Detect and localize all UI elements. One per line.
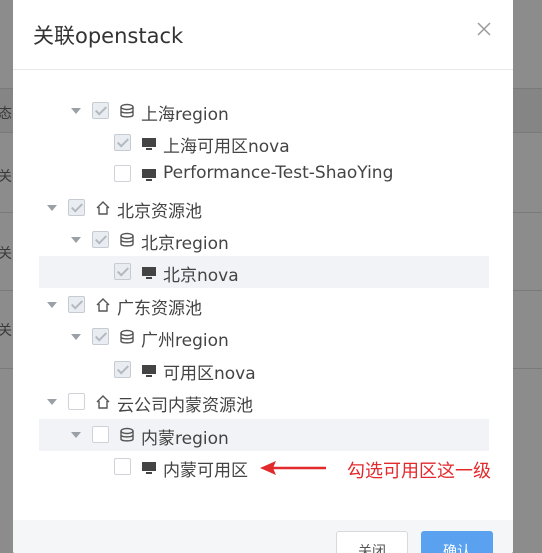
database-icon [120, 427, 134, 442]
tree-checkbox[interactable] [68, 393, 85, 410]
tree-node-label[interactable]: 上海region [141, 100, 229, 125]
background-cell-text: 关 [0, 323, 12, 339]
dialog-title: 关联openstack [33, 24, 184, 48]
monitor-icon [142, 169, 156, 181]
tree-checkbox[interactable] [114, 134, 131, 151]
caret-down-icon[interactable] [47, 399, 57, 405]
caret-down-icon[interactable] [47, 302, 57, 308]
caret-down-icon[interactable] [71, 108, 81, 114]
home-icon [96, 201, 110, 215]
region-tree: 上海region 上海可用区nova Performance-Test-Shao… [13, 94, 513, 519]
monitor-icon [142, 138, 156, 150]
tree-node-label[interactable]: 可用区nova [163, 359, 256, 384]
background-cell-text: 关 [0, 169, 12, 185]
tree-checkbox[interactable] [114, 263, 131, 280]
tree-node-label[interactable]: 内蒙可用区 [163, 456, 248, 481]
tree-checkbox[interactable] [92, 426, 109, 443]
tree-checkbox[interactable] [92, 102, 109, 119]
tree-node-label[interactable]: 上海可用区nova [163, 132, 290, 157]
caret-down-icon[interactable] [71, 334, 81, 340]
dialog-header: 关联openstack [13, 0, 513, 70]
tree-node-label[interactable]: 北京region [141, 229, 229, 254]
tree-row-highlighted[interactable] [39, 256, 489, 288]
tree-checkbox[interactable] [92, 328, 109, 345]
tree-node-label[interactable]: 北京资源池 [117, 197, 202, 222]
tree-node-label[interactable]: 广东资源池 [117, 294, 202, 319]
tree-checkbox[interactable] [68, 296, 85, 313]
annotation-arrow-icon [260, 461, 326, 475]
annotation-text: 勾选可用区这一级 [347, 461, 491, 482]
tree-node-label[interactable]: 北京nova [163, 261, 239, 286]
home-icon [96, 298, 110, 312]
confirm-button[interactable]: 确认 [421, 531, 493, 553]
database-icon [120, 103, 134, 118]
tree-checkbox[interactable] [114, 361, 131, 378]
close-icon[interactable] [475, 20, 493, 38]
database-icon [120, 329, 134, 344]
home-icon [96, 395, 110, 409]
tree-checkbox[interactable] [114, 165, 131, 182]
background-cell-text: 关 [0, 246, 12, 262]
tree-checkbox[interactable] [92, 231, 109, 248]
tree-checkbox[interactable] [68, 199, 85, 216]
background-cell-text: 态 [0, 106, 12, 122]
close-button[interactable]: 关闭 [336, 531, 408, 553]
caret-down-icon[interactable] [71, 237, 81, 243]
caret-down-icon[interactable] [47, 205, 57, 211]
tree-node-label[interactable]: 内蒙region [141, 424, 229, 449]
caret-down-icon[interactable] [71, 432, 81, 438]
monitor-icon [142, 365, 156, 377]
tree-node-label[interactable]: Performance-Test-ShaoYing [163, 163, 393, 183]
tree-checkbox[interactable] [114, 458, 131, 475]
tree-node-label[interactable]: 广州region [141, 326, 229, 351]
tree-node-label[interactable]: 云公司内蒙资源池 [117, 391, 253, 416]
database-icon [120, 232, 134, 247]
monitor-icon [142, 462, 156, 474]
monitor-icon [142, 267, 156, 279]
